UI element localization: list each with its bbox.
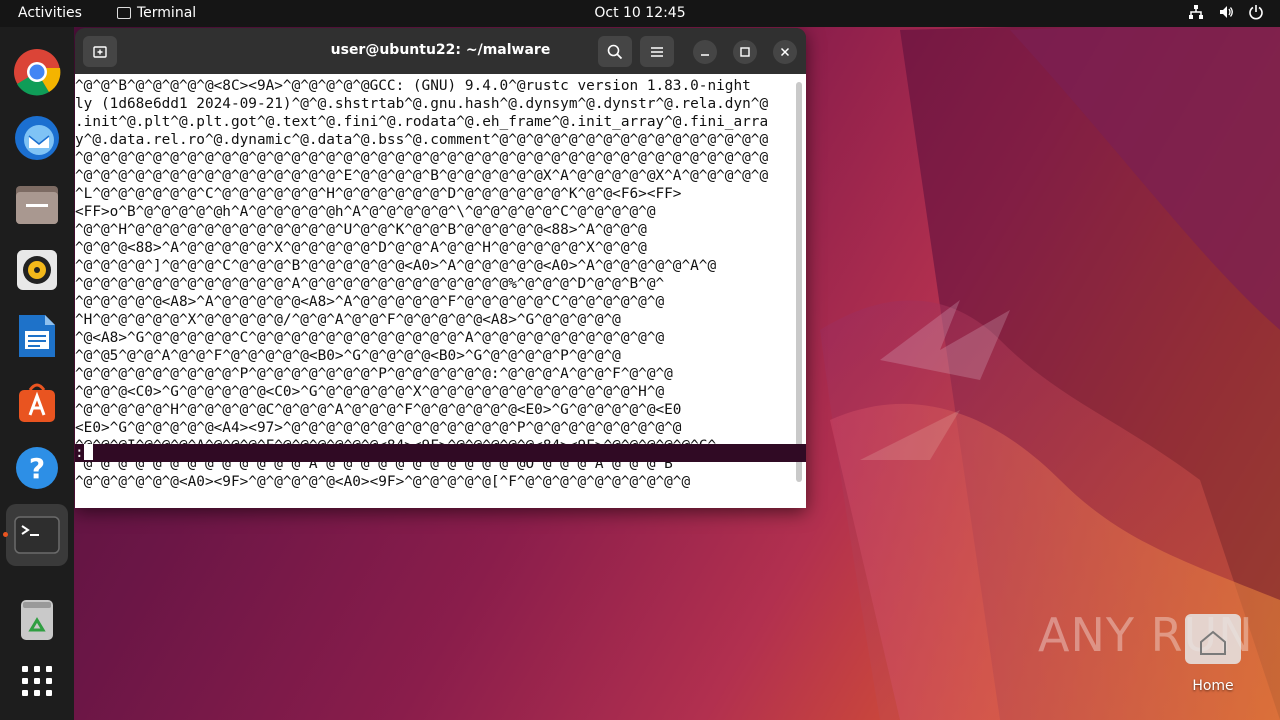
trash-icon bbox=[21, 600, 53, 640]
terminal-line: ^H^@^@^@^@^@^X^@^@^@^@^@/^@^@^A^@^@^F^@^… bbox=[75, 312, 621, 328]
search-button[interactable] bbox=[598, 36, 632, 67]
volume-icon[interactable] bbox=[1218, 4, 1234, 20]
terminal-window[interactable]: user@ubuntu22: ~/malware ^@^@^B^@^@^@^@^… bbox=[75, 28, 806, 508]
terminal-icon bbox=[14, 516, 60, 554]
dock-terminal[interactable] bbox=[6, 504, 68, 566]
terminal-line: ^@^@^@^@^@<A8>^A^@^@^@^@^@<A8>^A^@^@^@^@… bbox=[75, 294, 665, 310]
terminal-line: .init^@.plt^@.plt.got^@.text^@.fini^@.ro… bbox=[75, 114, 769, 130]
terminal-line: ^@<A8>^G^@^@^@^@^@^C^@^@^@^@^@^@^@^@^@^@… bbox=[75, 330, 665, 346]
home-folder-icon bbox=[1185, 614, 1241, 664]
terminal-line: ly (1d68e6dd1 2024-09-21)^@^@.shstrtab^@… bbox=[75, 96, 769, 112]
dock-files[interactable] bbox=[12, 179, 62, 229]
chrome-icon bbox=[14, 49, 61, 96]
pager-prompt[interactable]: : bbox=[75, 444, 806, 462]
home-desktop-icon[interactable]: Home bbox=[1183, 614, 1243, 694]
minimize-button[interactable] bbox=[693, 40, 717, 64]
terminal-app-icon bbox=[117, 7, 131, 19]
dock: ? bbox=[0, 27, 74, 720]
app-grid-icon bbox=[22, 666, 52, 696]
dock-app-center[interactable] bbox=[12, 377, 62, 427]
close-icon bbox=[780, 47, 790, 57]
search-icon bbox=[607, 44, 623, 59]
help-icon: ? bbox=[16, 447, 58, 489]
terminal-line: ^@^@^@^@^@^@^@^@^@^@^@^@^A^@^@^@^@^@^@^@… bbox=[75, 276, 665, 292]
dock-chrome[interactable] bbox=[12, 47, 62, 97]
terminal-line: ^@^@^@^@^@^H^@^@^@^@^@C^@^@^@^A^@^@^@^F^… bbox=[75, 402, 682, 418]
thunderbird-icon bbox=[15, 116, 59, 160]
terminal-line: y^@.data.rel.ro^@.dynamic^@.data^@.bss^@… bbox=[75, 132, 769, 148]
dock-writer[interactable] bbox=[12, 311, 62, 361]
power-icon[interactable] bbox=[1248, 4, 1264, 20]
terminal-line: ^@^@5^@^@^A^@^@^F^@^@^@^@^@<B0>^G^@^@^@^… bbox=[75, 348, 621, 364]
dock-help[interactable]: ? bbox=[12, 443, 62, 493]
terminal-line: ^@^@^@<88>^A^@^@^@^@^@^X^@^@^@^@^@^D^@^@… bbox=[75, 240, 647, 256]
terminal-running-indicator bbox=[3, 532, 8, 537]
clock-label[interactable]: Oct 10 12:45 bbox=[594, 5, 685, 21]
terminal-line: ^@^@^H^@^@^@^@^@^@^@^@^@^@^@^@^U^@^@^K^@… bbox=[75, 222, 647, 238]
home-label: Home bbox=[1192, 678, 1234, 694]
text-cursor bbox=[83, 444, 93, 460]
dock-rhythmbox[interactable] bbox=[12, 245, 62, 295]
minimize-icon bbox=[701, 54, 709, 56]
app-menu[interactable]: Terminal bbox=[117, 5, 196, 21]
maximize-icon bbox=[740, 47, 750, 57]
terminal-line: ^L^@^@^@^@^@^@^C^@^@^@^@^@^@^H^@^@^@^@^@… bbox=[75, 186, 682, 202]
dock-show-apps[interactable] bbox=[12, 656, 62, 706]
menu-button[interactable] bbox=[640, 36, 674, 67]
terminal-titlebar[interactable]: user@ubuntu22: ~/malware bbox=[75, 28, 806, 74]
terminal-line: ^@^@^@^@^@^@^@^@^@^@^@^@^@^@^@^E^@^@^@^@… bbox=[75, 168, 769, 184]
top-bar: Activities Terminal Oct 10 12:45 bbox=[0, 0, 1280, 27]
app-menu-label: Terminal bbox=[137, 5, 197, 21]
terminal-line: ^@^@^B^@^@^@^@^@<8C><9A>^@^@^@^@^@GCC: (… bbox=[75, 78, 751, 94]
terminal-line: <E0>^G^@^@^@^@^@<A4><97>^@^@^@^@^@^@^@^@… bbox=[75, 420, 682, 436]
activities-button[interactable]: Activities bbox=[18, 5, 82, 21]
rhythmbox-icon bbox=[17, 250, 57, 290]
scrollbar[interactable] bbox=[796, 82, 802, 482]
system-tray[interactable] bbox=[1188, 4, 1264, 20]
terminal-line: ^@^@^@^@^@^@<A0><9F>^@^@^@^@^@<A0><9F>^@… bbox=[75, 474, 691, 490]
app-center-icon bbox=[19, 383, 55, 422]
terminal-line: ^@^@^@^@^@^@^@^@^@^P^@^@^@^@^@^@^@^P^@^@… bbox=[75, 366, 673, 382]
hamburger-menu-icon bbox=[651, 46, 663, 57]
terminal-line: ^@^@^@<C0>^G^@^@^@^@^@<C0>^G^@^@^@^@^@^X… bbox=[75, 384, 665, 400]
libreoffice-writer-icon bbox=[19, 315, 55, 357]
close-button[interactable] bbox=[773, 40, 797, 64]
terminal-line: ^@^@^@^@^@^@^@^@^@^@^@^@^@^@^@^@^@^@^@^@… bbox=[75, 150, 769, 166]
dock-trash[interactable] bbox=[12, 594, 62, 644]
terminal-output[interactable]: ^@^@^B^@^@^@^@^@<8C><9A>^@^@^@^@^@GCC: (… bbox=[75, 74, 806, 508]
terminal-line: ^@^@^@^@^]^@^@^@^C^@^@^@^B^@^@^@^@^@^@<A… bbox=[75, 258, 717, 274]
network-icon[interactable] bbox=[1188, 4, 1204, 20]
terminal-line: <FF>o^B^@^@^@^@^@h^A^@^@^@^@^@h^A^@^@^@^… bbox=[75, 204, 656, 220]
maximize-button[interactable] bbox=[733, 40, 757, 64]
prompt-text: : bbox=[75, 445, 84, 461]
svg-text:?: ? bbox=[29, 452, 45, 485]
home-glyph-icon bbox=[1200, 630, 1226, 655]
dock-thunderbird[interactable] bbox=[12, 113, 62, 163]
files-icon bbox=[16, 186, 58, 224]
